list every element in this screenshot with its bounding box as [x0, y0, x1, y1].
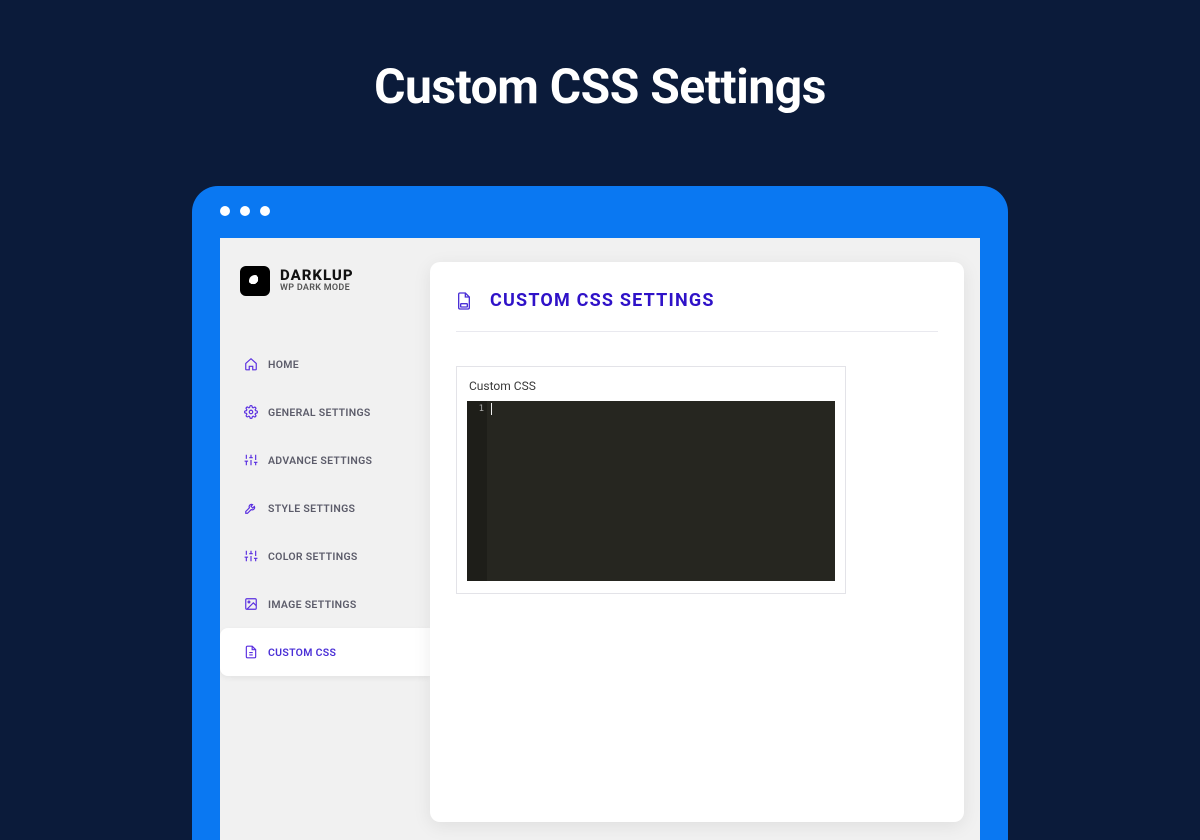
image-icon — [244, 597, 258, 611]
sliders-icon — [244, 549, 258, 563]
custom-css-field: Custom CSS 1 — [456, 366, 846, 594]
page-hero-title: Custom CSS Settings — [0, 0, 1200, 115]
sidebar-item-label: GENERAL SETTINGS — [268, 406, 371, 419]
css-file-icon — [244, 645, 258, 659]
window-dot-minimize-icon[interactable] — [240, 206, 250, 216]
sidebar-item-color-settings[interactable]: COLOR SETTINGS — [220, 532, 430, 580]
app-canvas: DARKLUP WP DARK MODE HOME GENERAL SETTIN… — [220, 238, 980, 840]
panel-header: CUSTOM CSS SETTINGS — [456, 290, 938, 332]
home-icon — [244, 357, 258, 371]
sidebar-item-label: IMAGE SETTINGS — [268, 598, 357, 611]
css-code-editor[interactable]: 1 — [467, 401, 835, 581]
window-dot-maximize-icon[interactable] — [260, 206, 270, 216]
browser-frame: DARKLUP WP DARK MODE HOME GENERAL SETTIN… — [192, 186, 1008, 840]
sidebar-item-label: CUSTOM CSS — [268, 646, 336, 659]
sidebar-item-label: ADVANCE SETTINGS — [268, 454, 372, 467]
brand-text: DARKLUP WP DARK MODE — [280, 268, 354, 293]
gear-icon — [244, 405, 258, 419]
sidebar-item-image-settings[interactable]: IMAGE SETTINGS — [220, 580, 430, 628]
editor-caret-icon — [491, 403, 492, 415]
tools-icon — [244, 501, 258, 515]
brand-name: DARKLUP — [280, 268, 354, 284]
sidebar-item-label: COLOR SETTINGS — [268, 550, 358, 563]
sliders-icon — [244, 453, 258, 467]
brand-logo-icon — [240, 266, 270, 296]
window-controls — [192, 186, 1008, 236]
sidebar-item-custom-css[interactable]: CUSTOM CSS — [220, 628, 430, 676]
window-dot-close-icon[interactable] — [220, 206, 230, 216]
css-file-icon — [456, 291, 472, 311]
panel-title: CUSTOM CSS SETTINGS — [490, 290, 715, 311]
settings-panel: CUSTOM CSS SETTINGS Custom CSS 1 — [430, 262, 964, 822]
sidebar-nav: HOME GENERAL SETTINGS ADVANCE SETTINGS — [220, 340, 430, 676]
brand-subtitle: WP DARK MODE — [280, 284, 354, 293]
sidebar-item-label: STYLE SETTINGS — [268, 502, 355, 515]
field-label: Custom CSS — [467, 377, 835, 401]
sidebar-item-home[interactable]: HOME — [220, 340, 430, 388]
sidebar-item-label: HOME — [268, 358, 299, 371]
settings-sidebar: DARKLUP WP DARK MODE HOME GENERAL SETTIN… — [220, 238, 430, 840]
sidebar-item-advance-settings[interactable]: ADVANCE SETTINGS — [220, 436, 430, 484]
brand-block: DARKLUP WP DARK MODE — [220, 238, 430, 296]
sidebar-item-style-settings[interactable]: STYLE SETTINGS — [220, 484, 430, 532]
sidebar-item-general-settings[interactable]: GENERAL SETTINGS — [220, 388, 430, 436]
editor-gutter: 1 — [467, 401, 487, 581]
